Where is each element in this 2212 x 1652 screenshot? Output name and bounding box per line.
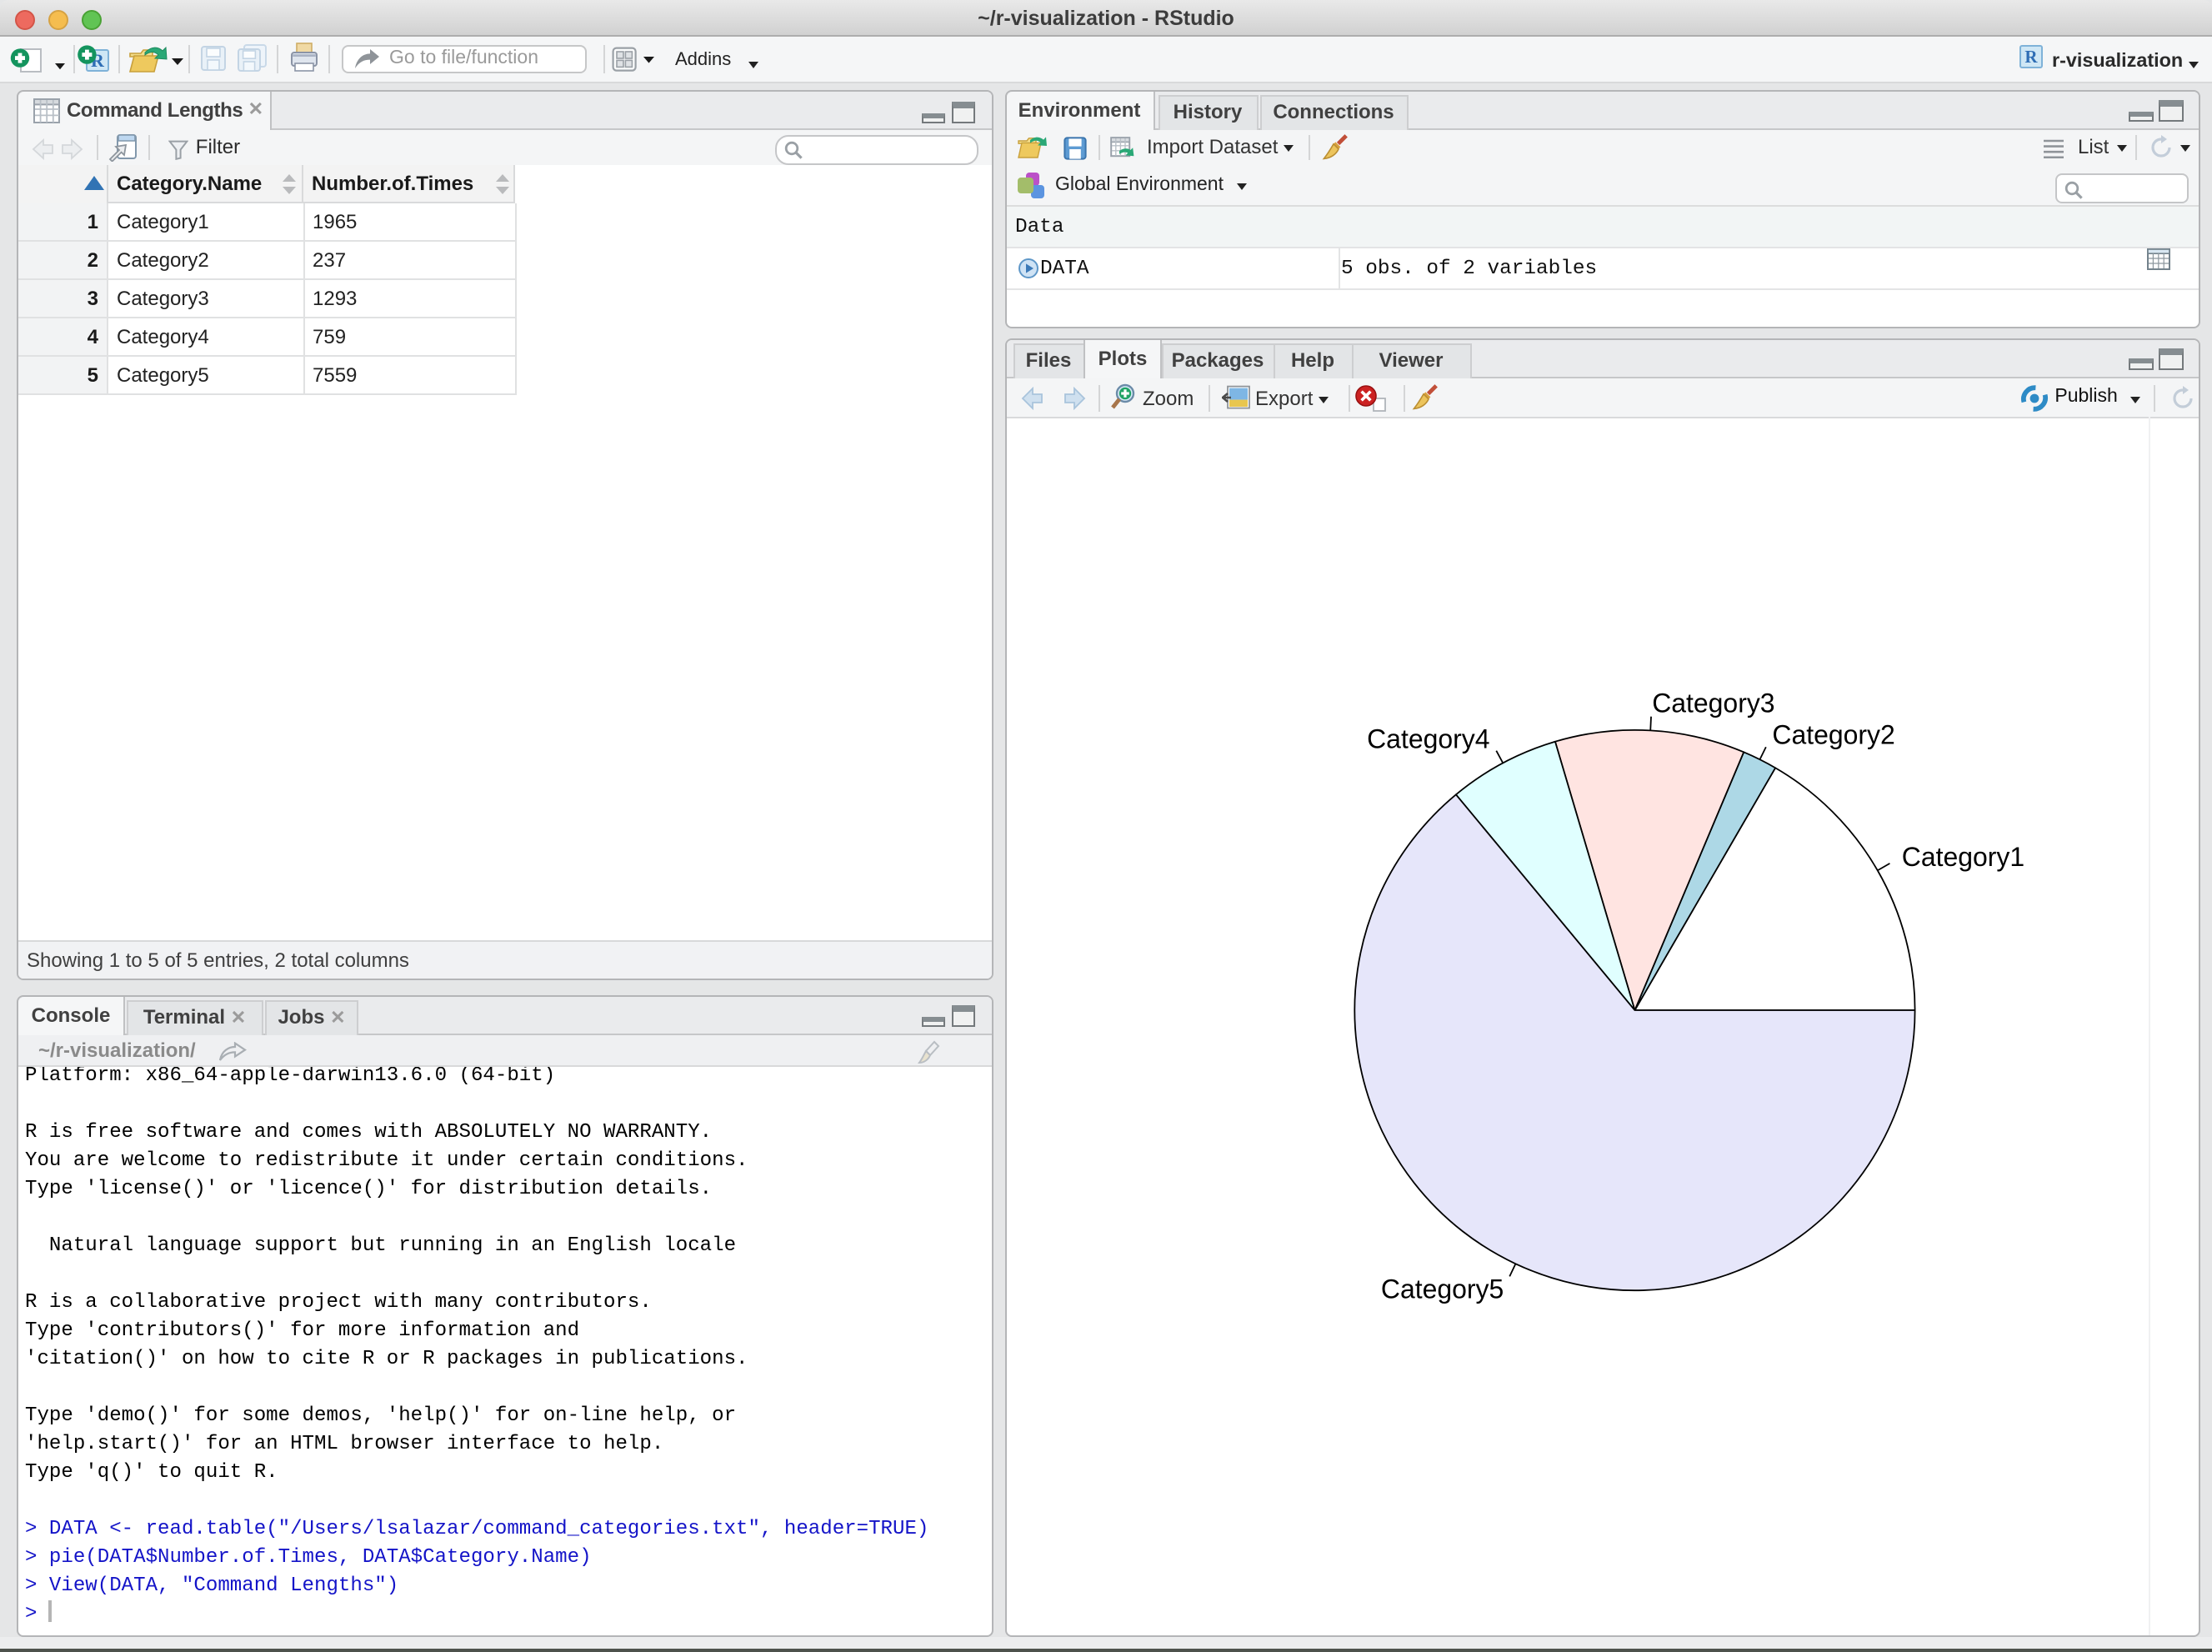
svg-text:R: R bbox=[2024, 47, 2038, 67]
svg-text:Category3: Category3 bbox=[1651, 688, 1774, 718]
svg-text:Category2: Category2 bbox=[1771, 719, 1894, 749]
svg-text:Category1: Category1 bbox=[1901, 842, 2024, 872]
svg-text:Category5: Category5 bbox=[1380, 1274, 1503, 1304]
svg-text:Category4: Category4 bbox=[1366, 723, 1489, 753]
